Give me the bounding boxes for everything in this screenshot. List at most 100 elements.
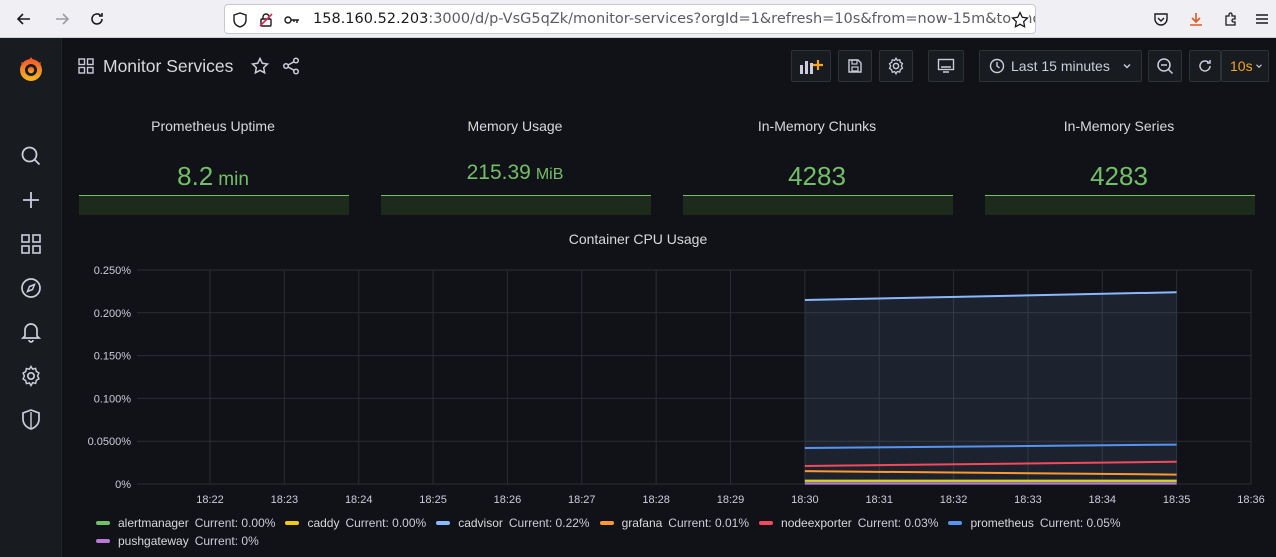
legend-series-name: alertmanager: [118, 516, 189, 530]
legend-current-value: Current: 0.05%: [1039, 516, 1121, 530]
configuration-gear-icon[interactable]: [19, 364, 43, 388]
legend-current-value: Current: 0.03%: [857, 516, 939, 530]
insecure-lock-icon[interactable]: [257, 11, 275, 29]
stat-title: In-Memory Chunks: [757, 118, 877, 134]
sidebar: [0, 38, 62, 557]
forward-arrow-icon[interactable]: [50, 7, 74, 31]
back-arrow-icon[interactable]: [12, 7, 36, 31]
y-tick-label: 0.200%: [94, 308, 132, 320]
dashboard-settings-button[interactable]: [879, 50, 913, 82]
x-tick-label: 18:33: [1014, 494, 1042, 506]
stat-number: 4283: [1090, 161, 1148, 191]
zoom-out-button[interactable]: [1148, 50, 1182, 82]
stat-panel-prometheus-uptime[interactable]: Prometheus Uptime 8.2 min: [62, 97, 364, 223]
x-tick-label: 18:30: [791, 494, 819, 506]
x-tick-label: 18:32: [940, 494, 968, 506]
x-tick-label: 18:22: [196, 494, 224, 506]
legend-swatch: [599, 521, 614, 525]
legend-current-value: Current: 0.00%: [194, 516, 276, 530]
grafana-logo-icon[interactable]: [16, 54, 46, 84]
stat-unit: MiB: [535, 166, 564, 183]
menu-icon[interactable]: [1250, 7, 1274, 31]
zoom-out-icon: [1157, 58, 1174, 75]
series-line-grafana: [804, 470, 1177, 476]
browser-toolbar: 158.160.52.203:3000/d/p-VsG5qZk/monitor-…: [0, 0, 1276, 38]
legend-current-value: Current: 0%: [194, 534, 259, 548]
series-line-cadvisor: [804, 291, 1177, 301]
stat-panel-memory-usage[interactable]: Memory Usage 215.39 MiB: [364, 97, 666, 223]
legend-item-grafana[interactable]: grafana Current: 0.01%: [599, 514, 750, 532]
refresh-interval-picker[interactable]: 10s: [1221, 50, 1269, 82]
legend-series-name: caddy: [307, 516, 340, 530]
legend-swatch: [436, 521, 451, 525]
legend-swatch: [96, 539, 110, 543]
bookmark-star-icon[interactable]: [1011, 11, 1029, 29]
legend-item-caddy[interactable]: caddy Current: 0.00%: [285, 514, 426, 532]
add-panel-button[interactable]: [791, 50, 831, 82]
dashboard-title[interactable]: Monitor Services: [103, 56, 233, 77]
alerting-bell-icon[interactable]: [19, 320, 43, 344]
refresh-icon: [1199, 60, 1211, 72]
star-favorite-icon[interactable]: [250, 56, 270, 79]
legend-current-value: Current: 0.22%: [508, 516, 590, 530]
sparkline: [381, 195, 651, 215]
legend-series-name: prometheus: [970, 516, 1034, 530]
shield-icon[interactable]: [231, 11, 249, 29]
legend-item-alertmanager[interactable]: alertmanager Current: 0.00%: [96, 514, 275, 532]
x-tick-label: 18:31: [865, 494, 893, 506]
chart-legend: alertmanager Current: 0.00% caddy Current: …: [96, 514, 1246, 550]
stat-value: 8.2 min: [62, 161, 364, 192]
cycle-view-mode-button[interactable]: [928, 50, 964, 82]
stat-number: 8.2: [177, 161, 214, 191]
y-tick-label: 0.100%: [94, 393, 132, 405]
server-admin-shield-icon[interactable]: [19, 408, 43, 432]
legend-item-nodeexporter[interactable]: nodeexporter Current: 0.03%: [759, 514, 938, 532]
stat-number: 215.39: [466, 161, 531, 184]
downloads-icon[interactable]: [1184, 7, 1208, 31]
search-icon[interactable]: [19, 144, 43, 168]
url-path: :3000/d/p-VsG5qZk/monitor-services?orgId…: [428, 11, 1036, 27]
chevron-down-icon: [1256, 64, 1262, 69]
x-tick-label: 18:28: [642, 494, 670, 506]
series-area-cadvisor: [804, 292, 1177, 484]
x-tick-label: 18:29: [717, 494, 745, 506]
time-range-label: Last 15 minutes: [1011, 58, 1110, 74]
stat-title: Memory Usage: [467, 118, 563, 134]
legend-item-cadvisor[interactable]: cadvisor Current: 0.22%: [436, 514, 590, 532]
stat-unit: min: [218, 169, 249, 190]
extensions-icon[interactable]: [1219, 7, 1243, 31]
legend-current-value: Current: 0.01%: [668, 516, 750, 530]
time-range-picker[interactable]: Last 15 minutes: [979, 50, 1142, 82]
url-bar[interactable]: 158.160.52.203:3000/d/p-VsG5qZk/monitor-…: [224, 4, 1036, 34]
y-tick-label: 0%: [115, 479, 131, 491]
legend-swatch: [948, 521, 963, 525]
chart-title[interactable]: Container CPU Usage: [0, 231, 1276, 247]
pocket-icon[interactable]: [1149, 7, 1173, 31]
y-tick-label: 0.250%: [94, 265, 132, 277]
reload-icon[interactable]: [85, 7, 109, 31]
legend-series-name: pushgateway: [118, 534, 189, 548]
x-tick-label: 18:23: [271, 494, 299, 506]
stat-panel-in-memory-series[interactable]: In-Memory Series 4283: [968, 97, 1270, 223]
series-line-nodeexporter: [804, 460, 1177, 468]
x-tick-label: 18:36: [1237, 494, 1265, 506]
legend-series-name: nodeexporter: [781, 516, 852, 530]
explore-compass-icon[interactable]: [19, 276, 43, 300]
legend-series-name: grafana: [621, 516, 663, 530]
x-tick-label: 18:24: [345, 494, 373, 506]
add-panel-icon: [800, 60, 823, 74]
legend-swatch: [759, 521, 774, 525]
share-icon[interactable]: [282, 57, 300, 79]
refresh-interval-label: 10s: [1230, 58, 1253, 74]
x-tick-label: 18:26: [494, 494, 522, 506]
stat-panel-in-memory-chunks[interactable]: In-Memory Chunks 4283: [666, 97, 968, 223]
settings-gear-icon: [888, 57, 904, 75]
refresh-button[interactable]: [1189, 50, 1221, 82]
permissions-key-icon[interactable]: [283, 11, 301, 29]
create-plus-icon[interactable]: [19, 188, 43, 212]
dashboard-grid-icon: [78, 58, 94, 78]
legend-item-prometheus[interactable]: prometheus Current: 0.05%: [948, 514, 1121, 532]
save-dashboard-button[interactable]: [838, 50, 872, 82]
legend-item-pushgateway[interactable]: pushgateway Current: 0%: [96, 532, 259, 550]
x-tick-label: 18:35: [1163, 494, 1191, 506]
